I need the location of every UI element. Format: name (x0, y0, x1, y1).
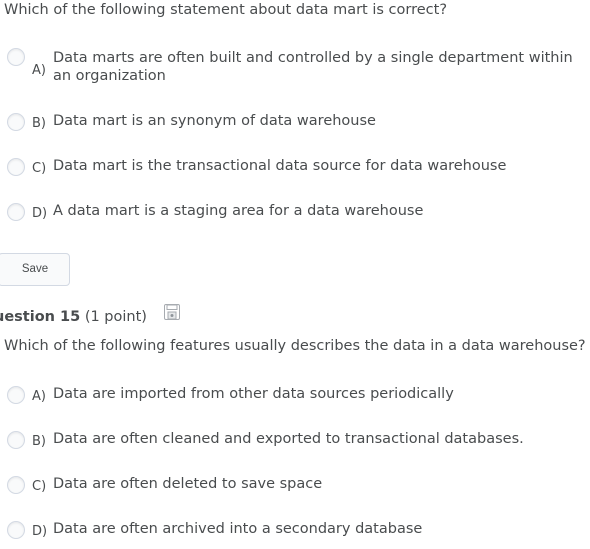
question-15-prompt: Which of the following features usually … (4, 338, 586, 354)
question-15-points: (1 point) (84, 309, 147, 325)
option-letter: A) (32, 389, 46, 404)
radio-button[interactable] (7, 203, 25, 221)
option-letter: A) (32, 63, 46, 78)
question-14-option-c[interactable]: C) Data mart is the transactional data s… (0, 157, 580, 179)
question-15-title: uestion 15 (0, 309, 81, 325)
option-text: Data are often cleaned and exported to t… (53, 431, 524, 447)
radio-button[interactable] (7, 431, 25, 449)
radio-button[interactable] (7, 158, 25, 176)
question-15-option-d[interactable]: D) Data are often archived into a second… (0, 520, 580, 542)
question-14-prompt: Which of the following statement about d… (4, 2, 448, 18)
option-letter: D) (32, 524, 48, 539)
question-15-header: uestion 15 (1 point) (0, 307, 147, 327)
option-letter: B) (32, 434, 46, 449)
question-14-option-d[interactable]: D) A data mart is a staging area for a d… (0, 202, 580, 224)
option-text: Data are often archived into a secondary… (53, 521, 423, 537)
question-15-option-a[interactable]: A) Data are imported from other data sou… (0, 385, 580, 407)
question-15-option-b[interactable]: B) Data are often cleaned and exported t… (0, 430, 580, 452)
question-14-option-a[interactable]: A) Data marts are often built and contro… (0, 46, 580, 86)
save-button[interactable]: Save (0, 253, 70, 286)
option-text: Data mart is the transactional data sour… (53, 158, 507, 174)
option-letter: B) (32, 116, 46, 131)
question-14-option-b[interactable]: B) Data mart is an synonym of data wareh… (0, 112, 580, 134)
question-15-option-c[interactable]: C) Data are often deleted to save space (0, 475, 580, 497)
option-text: Data are imported from other data source… (53, 386, 454, 402)
radio-button[interactable] (7, 113, 25, 131)
option-text: Data marts are often built and controlle… (53, 50, 573, 84)
quiz-page: Which of the following statement about d… (0, 0, 590, 549)
option-text: Data are often deleted to save space (53, 476, 323, 492)
radio-button[interactable] (7, 476, 25, 494)
option-text: A data mart is a staging area for a data… (53, 203, 424, 219)
option-letter: D) (32, 206, 48, 221)
option-text: Data mart is an synonym of data warehous… (53, 113, 376, 129)
radio-button[interactable] (7, 48, 25, 66)
radio-button[interactable] (7, 521, 25, 539)
radio-button[interactable] (7, 386, 25, 404)
floppy-disk-icon[interactable] (164, 304, 180, 320)
option-letter: C) (32, 161, 47, 176)
option-letter: C) (32, 479, 47, 494)
